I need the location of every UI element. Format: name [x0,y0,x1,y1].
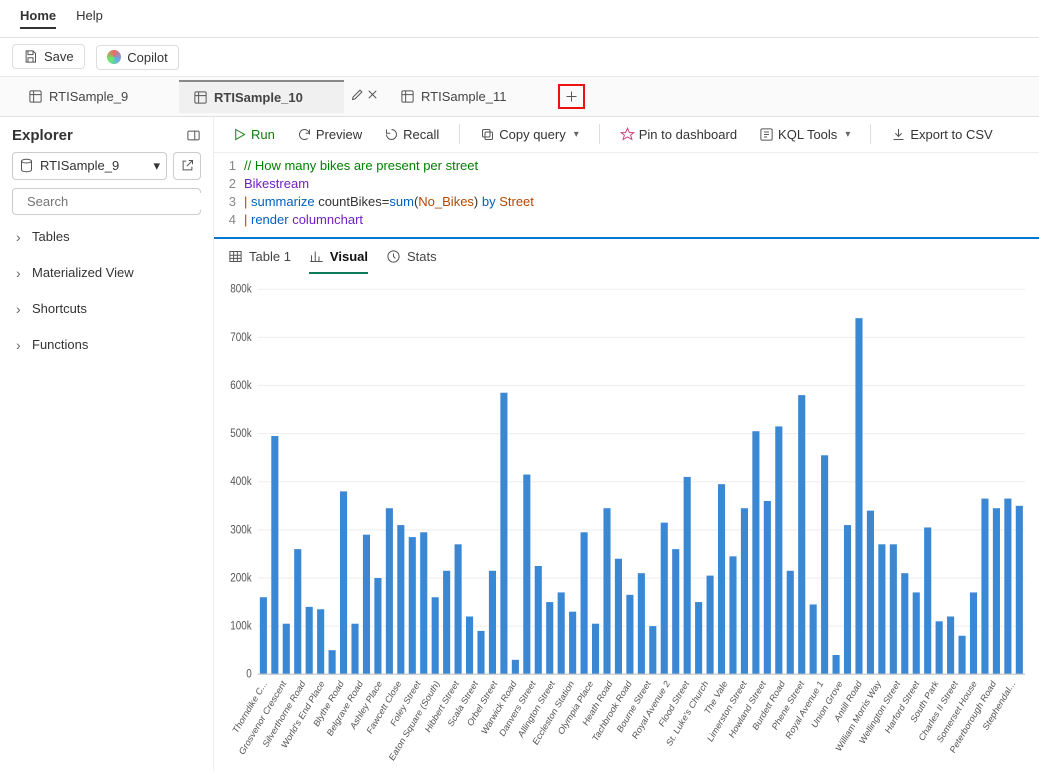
panel-collapse-icon[interactable] [186,128,201,143]
explorer-search-input[interactable] [25,193,205,210]
tab-label: RTISample_10 [214,90,303,105]
svg-text:500k: 500k [230,427,252,440]
queryset-icon [400,89,415,104]
queryset-icon [28,89,43,104]
copy-icon [480,127,495,142]
tree-matviews[interactable]: Materialized View [12,259,201,287]
queryset-icon [193,90,208,105]
copilot-label: Copilot [127,50,167,65]
menu-home[interactable]: Home [20,8,56,29]
tools-icon [759,127,774,142]
export-icon [891,127,906,142]
result-tab-stats[interactable]: Stats [386,249,437,274]
svg-text:700k: 700k [230,331,252,344]
explorer-title: Explorer [12,127,73,144]
database-name: RTISample_9 [40,158,119,173]
svg-text:0: 0 [246,668,252,681]
tab-add-highlight [551,76,591,117]
result-tab-visual[interactable]: Visual [309,249,368,274]
query-editor[interactable]: 12 34 // How many bikes are present per … [214,153,1039,239]
tab-rtisample-9[interactable]: RTISample_9 [14,81,179,112]
svg-text:300k: 300k [230,523,252,536]
save-button[interactable]: Save [12,44,85,69]
result-tab-table[interactable]: Table 1 [228,249,291,274]
plus-icon[interactable] [564,89,579,104]
tab-close-highlight [365,87,380,105]
explorer-sidebar: Explorer RTISample_9 ▾ Tables Materializ… [0,117,214,771]
history-icon [384,127,399,142]
export-csv-button[interactable]: Export to CSV [883,123,1000,146]
svg-text:200k: 200k [230,571,252,584]
explorer-search[interactable] [12,188,201,215]
save-icon [23,49,38,64]
pin-dashboard-button[interactable]: Pin to dashboard [612,123,745,146]
tree-shortcuts[interactable]: Shortcuts [12,295,201,323]
clock-icon [386,249,401,264]
pin-icon [620,127,635,142]
copy-query-button[interactable]: Copy query [472,123,587,146]
close-icon[interactable] [365,87,380,102]
recall-button[interactable]: Recall [376,123,447,146]
editor-code[interactable]: // How many bikes are present per street… [244,157,1039,229]
tab-edit-highlight [350,87,365,105]
pencil-icon[interactable] [350,87,365,102]
svg-text:100k: 100k [230,619,252,632]
tree-functions[interactable]: Functions [12,331,201,359]
copilot-icon [107,50,121,64]
kql-tools-button[interactable]: KQL Tools [751,123,858,146]
chart-icon [309,249,324,264]
preview-button[interactable]: Preview [289,123,370,146]
play-icon [232,127,247,142]
tab-rtisample-11[interactable]: RTISample_11 [386,81,551,112]
svg-text:800k: 800k [230,283,252,296]
save-label: Save [44,49,74,64]
tab-rtisample-10[interactable]: RTISample_10 [179,80,344,113]
result-chart: 0100k200k300k400k500k600k700k800kThorndi… [214,274,1039,771]
run-button[interactable]: Run [224,123,283,146]
svg-text:400k: 400k [230,475,252,488]
tab-label: RTISample_11 [421,89,507,104]
open-external-icon [180,158,195,173]
chevron-down-icon: ▾ [153,158,160,174]
open-external-button[interactable] [173,152,201,180]
table-icon [228,249,243,264]
tab-label: RTISample_9 [49,89,128,104]
database-selector[interactable]: RTISample_9 ▾ [12,152,167,180]
copilot-button[interactable]: Copilot [96,45,178,70]
menu-help[interactable]: Help [76,8,103,29]
svg-text:600k: 600k [230,379,252,392]
database-icon [19,158,34,173]
tree-tables[interactable]: Tables [12,223,201,251]
editor-gutter: 12 34 [214,157,244,229]
refresh-icon [297,127,312,142]
